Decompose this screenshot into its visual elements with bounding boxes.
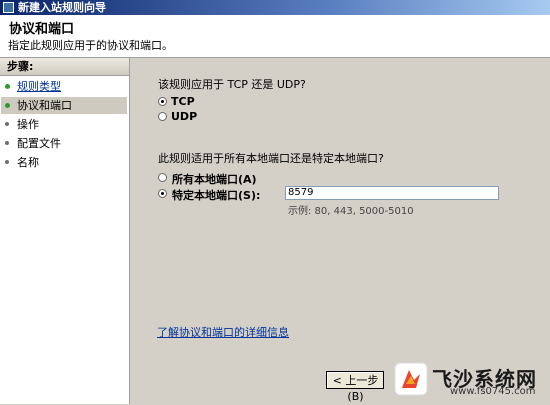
main-panel: 该规则应用于 TCP 还是 UDP? TCP UDP 此规则适用于所有本地端口还… — [130, 58, 550, 404]
step-profile: 配置文件 — [1, 135, 127, 152]
tcp-label[interactable]: TCP — [171, 95, 195, 108]
step-complete-bullet-icon — [5, 84, 10, 89]
all-ports-radio[interactable] — [158, 173, 167, 182]
specific-ports-radio[interactable] — [158, 189, 167, 198]
step-name: 名称 — [1, 154, 127, 171]
steps-panel: 步骤: 规则类型 协议和端口 操作 配置文件 名称 — [0, 58, 130, 404]
step-pending-bullet-icon — [5, 122, 9, 126]
step-action: 操作 — [1, 116, 127, 133]
step-current-bullet-icon — [5, 103, 10, 108]
udp-radio[interactable] — [158, 112, 167, 121]
page-title: 协议和端口 — [9, 22, 75, 37]
wizard-header: 协议和端口 指定此规则应用于的协议和端口。 — [0, 15, 550, 58]
watermark: 飞沙系统网 www.fs0745.com — [394, 360, 544, 400]
port-example: 示例: 80, 443, 5000-5010 — [288, 206, 414, 217]
all-ports-label[interactable]: 所有本地端口(A) — [172, 171, 257, 187]
step-rule-type[interactable]: 规则类型 — [1, 78, 127, 95]
watermark-logo-icon — [394, 362, 428, 396]
window-title: 新建入站规则向导 — [18, 1, 106, 14]
protocol-question: 该规则应用于 TCP 还是 UDP? — [158, 78, 306, 91]
watermark-url: www.fs0745.com — [450, 386, 536, 397]
port-input[interactable]: 8579 — [285, 186, 499, 200]
specific-ports-label[interactable]: 特定本地端口(S): — [172, 187, 260, 203]
step-pending-bullet-icon — [5, 160, 9, 164]
title-bar: 新建入站规则向导 — [0, 0, 550, 15]
step-protocol-and-ports[interactable]: 协议和端口 — [1, 97, 127, 114]
tcp-radio[interactable] — [158, 97, 167, 106]
port-question: 此规则适用于所有本地端口还是特定本地端口? — [158, 152, 384, 165]
firewall-app-icon — [3, 2, 14, 13]
page-subtitle: 指定此规则应用于的协议和端口。 — [8, 39, 173, 52]
udp-label[interactable]: UDP — [171, 110, 197, 123]
steps-heading: 步骤: — [0, 58, 129, 76]
step-pending-bullet-icon — [5, 141, 9, 145]
back-button[interactable]: < 上一步 (B) — [326, 371, 384, 403]
learn-more-link[interactable]: 了解协议和端口的详细信息 — [157, 324, 289, 340]
